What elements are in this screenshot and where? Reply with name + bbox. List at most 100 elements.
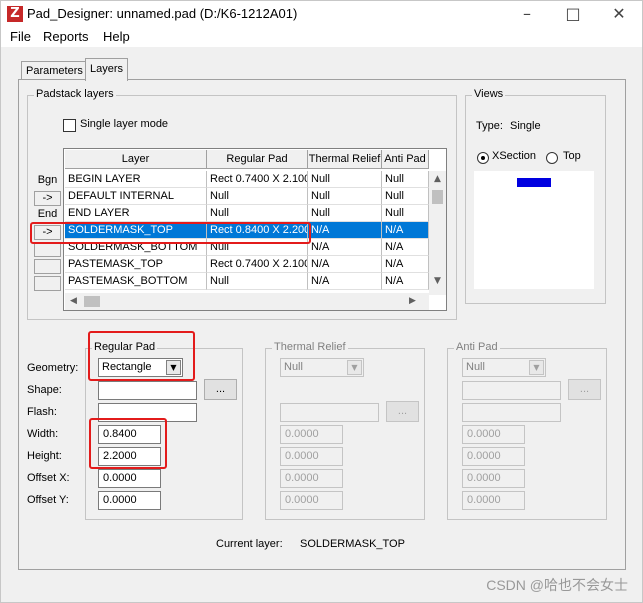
cell-thermal-relief[interactable]: N/A — [308, 273, 382, 290]
width-label: Width: — [27, 428, 59, 440]
cell-regular-pad[interactable]: Rect 0.7400 X 2.100 — [207, 256, 308, 273]
pad-preview-shape — [517, 178, 551, 187]
thermal-relief-shape-browse-button[interactable]: ... — [386, 401, 419, 422]
close-icon[interactable]: ✕ — [596, 1, 642, 27]
cell-anti-pad[interactable]: Null — [382, 188, 429, 205]
scroll-up-icon[interactable]: ▲ — [429, 171, 446, 188]
cell-layer[interactable]: SOLDERMASK_TOP — [65, 222, 207, 239]
xsection-radio[interactable] — [477, 152, 489, 164]
cell-anti-pad[interactable]: Null — [382, 171, 429, 188]
cell-anti-pad[interactable]: N/A — [382, 273, 429, 290]
chevron-down-icon[interactable]: ▼ — [347, 360, 362, 375]
cell-anti-pad[interactable]: Null — [382, 205, 429, 222]
anti-pad-flash-input[interactable] — [462, 403, 561, 422]
cell-thermal-relief[interactable]: N/A — [308, 222, 382, 239]
cell-layer[interactable]: END LAYER — [65, 205, 207, 222]
regular-pad-geometry-select[interactable]: Rectangle ▼ — [98, 358, 183, 377]
cell-layer[interactable]: BEGIN LAYER — [65, 171, 207, 188]
cell-thermal-relief[interactable]: N/A — [308, 256, 382, 273]
cell-anti-pad[interactable]: N/A — [382, 239, 429, 256]
thermal-relief-offset-y-input[interactable]: 0.0000 — [280, 491, 343, 510]
regular-pad-shape-input[interactable] — [98, 381, 197, 400]
cell-regular-pad[interactable]: Null — [207, 188, 308, 205]
tab-parameters[interactable]: Parameters — [21, 61, 88, 80]
vertical-scroll-thumb[interactable] — [432, 190, 443, 204]
end-layer-label: End — [37, 208, 58, 220]
nav-row-button-5[interactable] — [34, 242, 61, 257]
anti-pad-width-input[interactable]: 0.0000 — [462, 425, 525, 444]
nav-row-button-7[interactable] — [34, 276, 61, 291]
title-bar: Z Pad_Designer: unnamed.pad (D:/K6-1212A… — [1, 1, 642, 27]
flash-label: Flash: — [27, 406, 57, 418]
column-header-anti-pad[interactable]: Anti Pad — [382, 150, 429, 169]
cell-anti-pad[interactable]: N/A — [382, 222, 429, 239]
begin-layer-label: Bgn — [37, 174, 58, 186]
thermal-relief-label: Thermal Relief — [272, 341, 348, 353]
watermark-text: CSDN @哈也不会女士 — [486, 577, 628, 593]
column-header-layer[interactable]: Layer — [65, 150, 207, 169]
cell-thermal-relief[interactable]: Null — [308, 188, 382, 205]
top-view-radio[interactable] — [546, 152, 558, 164]
column-header-thermal-relief[interactable]: Thermal Relief — [308, 150, 382, 169]
current-layer-value: SOLDERMASK_TOP — [300, 538, 405, 550]
regular-pad-height-input[interactable]: 2.2000 — [98, 447, 161, 466]
offset-x-label: Offset X: — [27, 472, 70, 484]
column-header-regular-pad[interactable]: Regular Pad — [207, 150, 308, 169]
tab-layers[interactable]: Layers — [85, 58, 129, 81]
single-layer-mode-checkbox[interactable] — [63, 119, 76, 132]
view-type-label: Type: — [476, 120, 503, 132]
grid-horizontal-scrollbar[interactable]: ◀ ▶ — [65, 293, 429, 310]
horizontal-scroll-thumb[interactable] — [84, 296, 100, 307]
anti-pad-shape-browse-button[interactable]: ... — [568, 379, 601, 400]
regular-pad-offset-y-input[interactable]: 0.0000 — [98, 491, 161, 510]
thermal-relief-width-input[interactable]: 0.0000 — [280, 425, 343, 444]
menu-help[interactable]: Help — [103, 29, 130, 44]
top-view-label: Top — [563, 150, 581, 162]
thermal-relief-geometry-select[interactable]: Null ▼ — [280, 358, 364, 377]
cell-layer[interactable]: DEFAULT INTERNAL — [65, 188, 207, 205]
anti-pad-height-input[interactable]: 0.0000 — [462, 447, 525, 466]
maximize-icon[interactable]: □ — [550, 1, 596, 27]
scroll-left-icon[interactable]: ◀ — [65, 293, 82, 310]
anti-pad-offset-x-input[interactable]: 0.0000 — [462, 469, 525, 488]
cell-layer[interactable]: SOLDERMASK_BOTTOM — [65, 239, 207, 256]
thermal-relief-shape-input[interactable] — [280, 403, 379, 422]
regular-pad-offset-x-input[interactable]: 0.0000 — [98, 469, 161, 488]
anti-pad-shape-input[interactable] — [462, 381, 561, 400]
cell-anti-pad[interactable]: N/A — [382, 256, 429, 273]
regular-pad-width-input[interactable]: 0.8400 — [98, 425, 161, 444]
chevron-down-icon[interactable]: ▼ — [529, 360, 544, 375]
cell-thermal-relief[interactable]: Null — [308, 205, 382, 222]
thermal-relief-height-input[interactable]: 0.0000 — [280, 447, 343, 466]
cell-thermal-relief[interactable]: Null — [308, 171, 382, 188]
regular-pad-shape-browse-button[interactable]: ... — [204, 379, 237, 400]
nav-arrow-button-2[interactable]: -> — [34, 225, 61, 240]
chevron-down-icon[interactable]: ▼ — [166, 360, 181, 375]
cell-layer[interactable]: PASTEMASK_BOTTOM — [65, 273, 207, 290]
thermal-relief-offset-x-input[interactable]: 0.0000 — [280, 469, 343, 488]
menu-reports[interactable]: Reports — [43, 29, 89, 44]
grid-vertical-scrollbar[interactable]: ▲ ▼ — [429, 171, 446, 295]
cell-regular-pad[interactable]: Null — [207, 239, 308, 256]
scroll-down-icon[interactable]: ▼ — [429, 273, 446, 290]
cell-regular-pad[interactable]: Rect 0.8400 X 2.200 — [207, 222, 308, 239]
cell-regular-pad[interactable]: Null — [207, 273, 308, 290]
anti-pad-geometry-select[interactable]: Null ▼ — [462, 358, 546, 377]
cell-regular-pad[interactable]: Rect 0.7400 X 2.100 — [207, 171, 308, 188]
scroll-right-icon[interactable]: ▶ — [404, 293, 421, 310]
menu-file[interactable]: File — [10, 29, 31, 44]
shape-label: Shape: — [27, 384, 62, 396]
cell-thermal-relief[interactable]: N/A — [308, 239, 382, 256]
pad-designer-window: Z Pad_Designer: unnamed.pad (D:/K6-1212A… — [0, 0, 643, 603]
xsection-label: XSection — [492, 150, 537, 162]
minimize-icon[interactable]: – — [504, 1, 550, 27]
cell-layer[interactable]: PASTEMASK_TOP — [65, 256, 207, 273]
nav-arrow-button-1[interactable]: -> — [34, 191, 61, 206]
nav-row-button-6[interactable] — [34, 259, 61, 274]
cell-regular-pad[interactable]: Null — [207, 205, 308, 222]
view-type-value: Single — [510, 120, 541, 132]
geometry-label: Geometry: — [27, 362, 79, 374]
anti-pad-offset-y-input[interactable]: 0.0000 — [462, 491, 525, 510]
regular-pad-label: Regular Pad — [92, 341, 158, 353]
regular-pad-flash-input[interactable] — [98, 403, 197, 422]
